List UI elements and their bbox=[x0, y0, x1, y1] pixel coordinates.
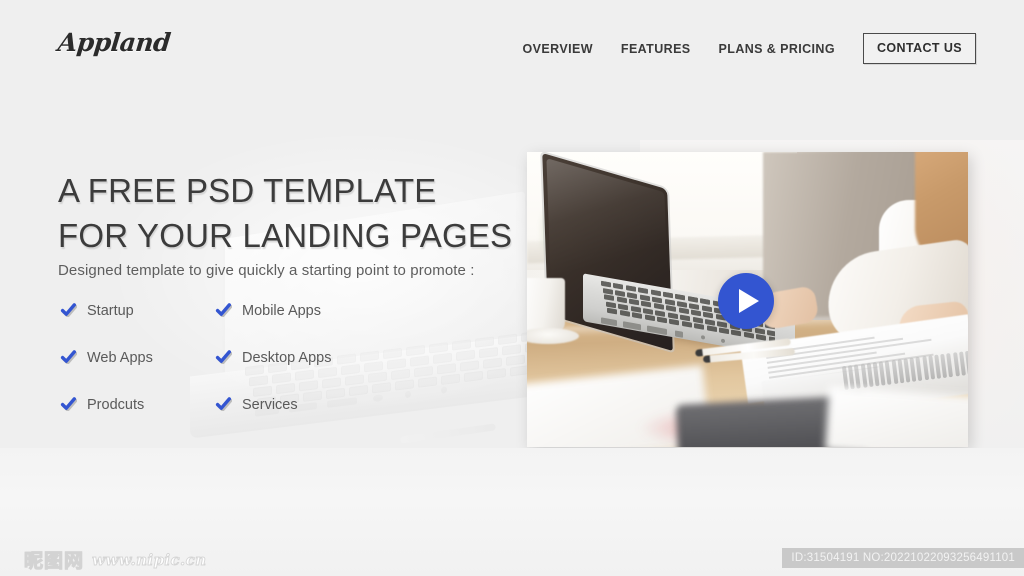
feature-item-startup: Startup bbox=[60, 303, 215, 319]
feature-label: Desktop Apps bbox=[242, 350, 332, 366]
image-id-badge: ID:31504191 NO:20221022093256491101 bbox=[782, 548, 1024, 568]
feature-label: Mobile Apps bbox=[242, 303, 321, 319]
feature-row: Prodcuts Services bbox=[60, 397, 380, 444]
headline-line-1: A FREE PSD TEMPLATE bbox=[58, 172, 437, 209]
check-icon bbox=[215, 397, 233, 412]
play-icon bbox=[739, 289, 759, 313]
check-icon bbox=[60, 350, 78, 365]
page-title: A FREE PSD TEMPLATE FOR YOUR LANDING PAG… bbox=[58, 168, 512, 258]
landing-page: Appland OVERVIEW FEATURES PLANS & PRICIN… bbox=[0, 0, 1024, 576]
feature-label: Services bbox=[242, 397, 298, 413]
feature-item-products: Prodcuts bbox=[60, 397, 215, 413]
feature-row: Startup Mobile Apps bbox=[60, 303, 380, 350]
feature-item-web-apps: Web Apps bbox=[60, 350, 215, 366]
hero-subtitle: Designed template to give quickly a star… bbox=[58, 262, 475, 279]
check-icon bbox=[215, 303, 233, 318]
feature-item-services: Services bbox=[215, 397, 370, 413]
feature-row: Web Apps Desktop Apps bbox=[60, 350, 380, 397]
photo-coffee-cup bbox=[527, 278, 565, 334]
photo-foreground-white bbox=[824, 386, 968, 447]
feature-label: Web Apps bbox=[87, 350, 153, 366]
feature-item-mobile-apps: Mobile Apps bbox=[215, 303, 370, 319]
check-icon bbox=[215, 350, 233, 365]
play-button[interactable] bbox=[718, 273, 774, 329]
feature-label: Prodcuts bbox=[87, 397, 145, 413]
feature-checklist: Startup Mobile Apps Web Apps Desktop App… bbox=[60, 303, 380, 444]
feature-item-desktop-apps: Desktop Apps bbox=[215, 350, 370, 366]
feature-label: Startup bbox=[87, 303, 134, 319]
check-icon bbox=[60, 303, 78, 318]
headline-line-2: FOR YOUR LANDING PAGES bbox=[58, 217, 513, 254]
check-icon bbox=[60, 397, 78, 412]
